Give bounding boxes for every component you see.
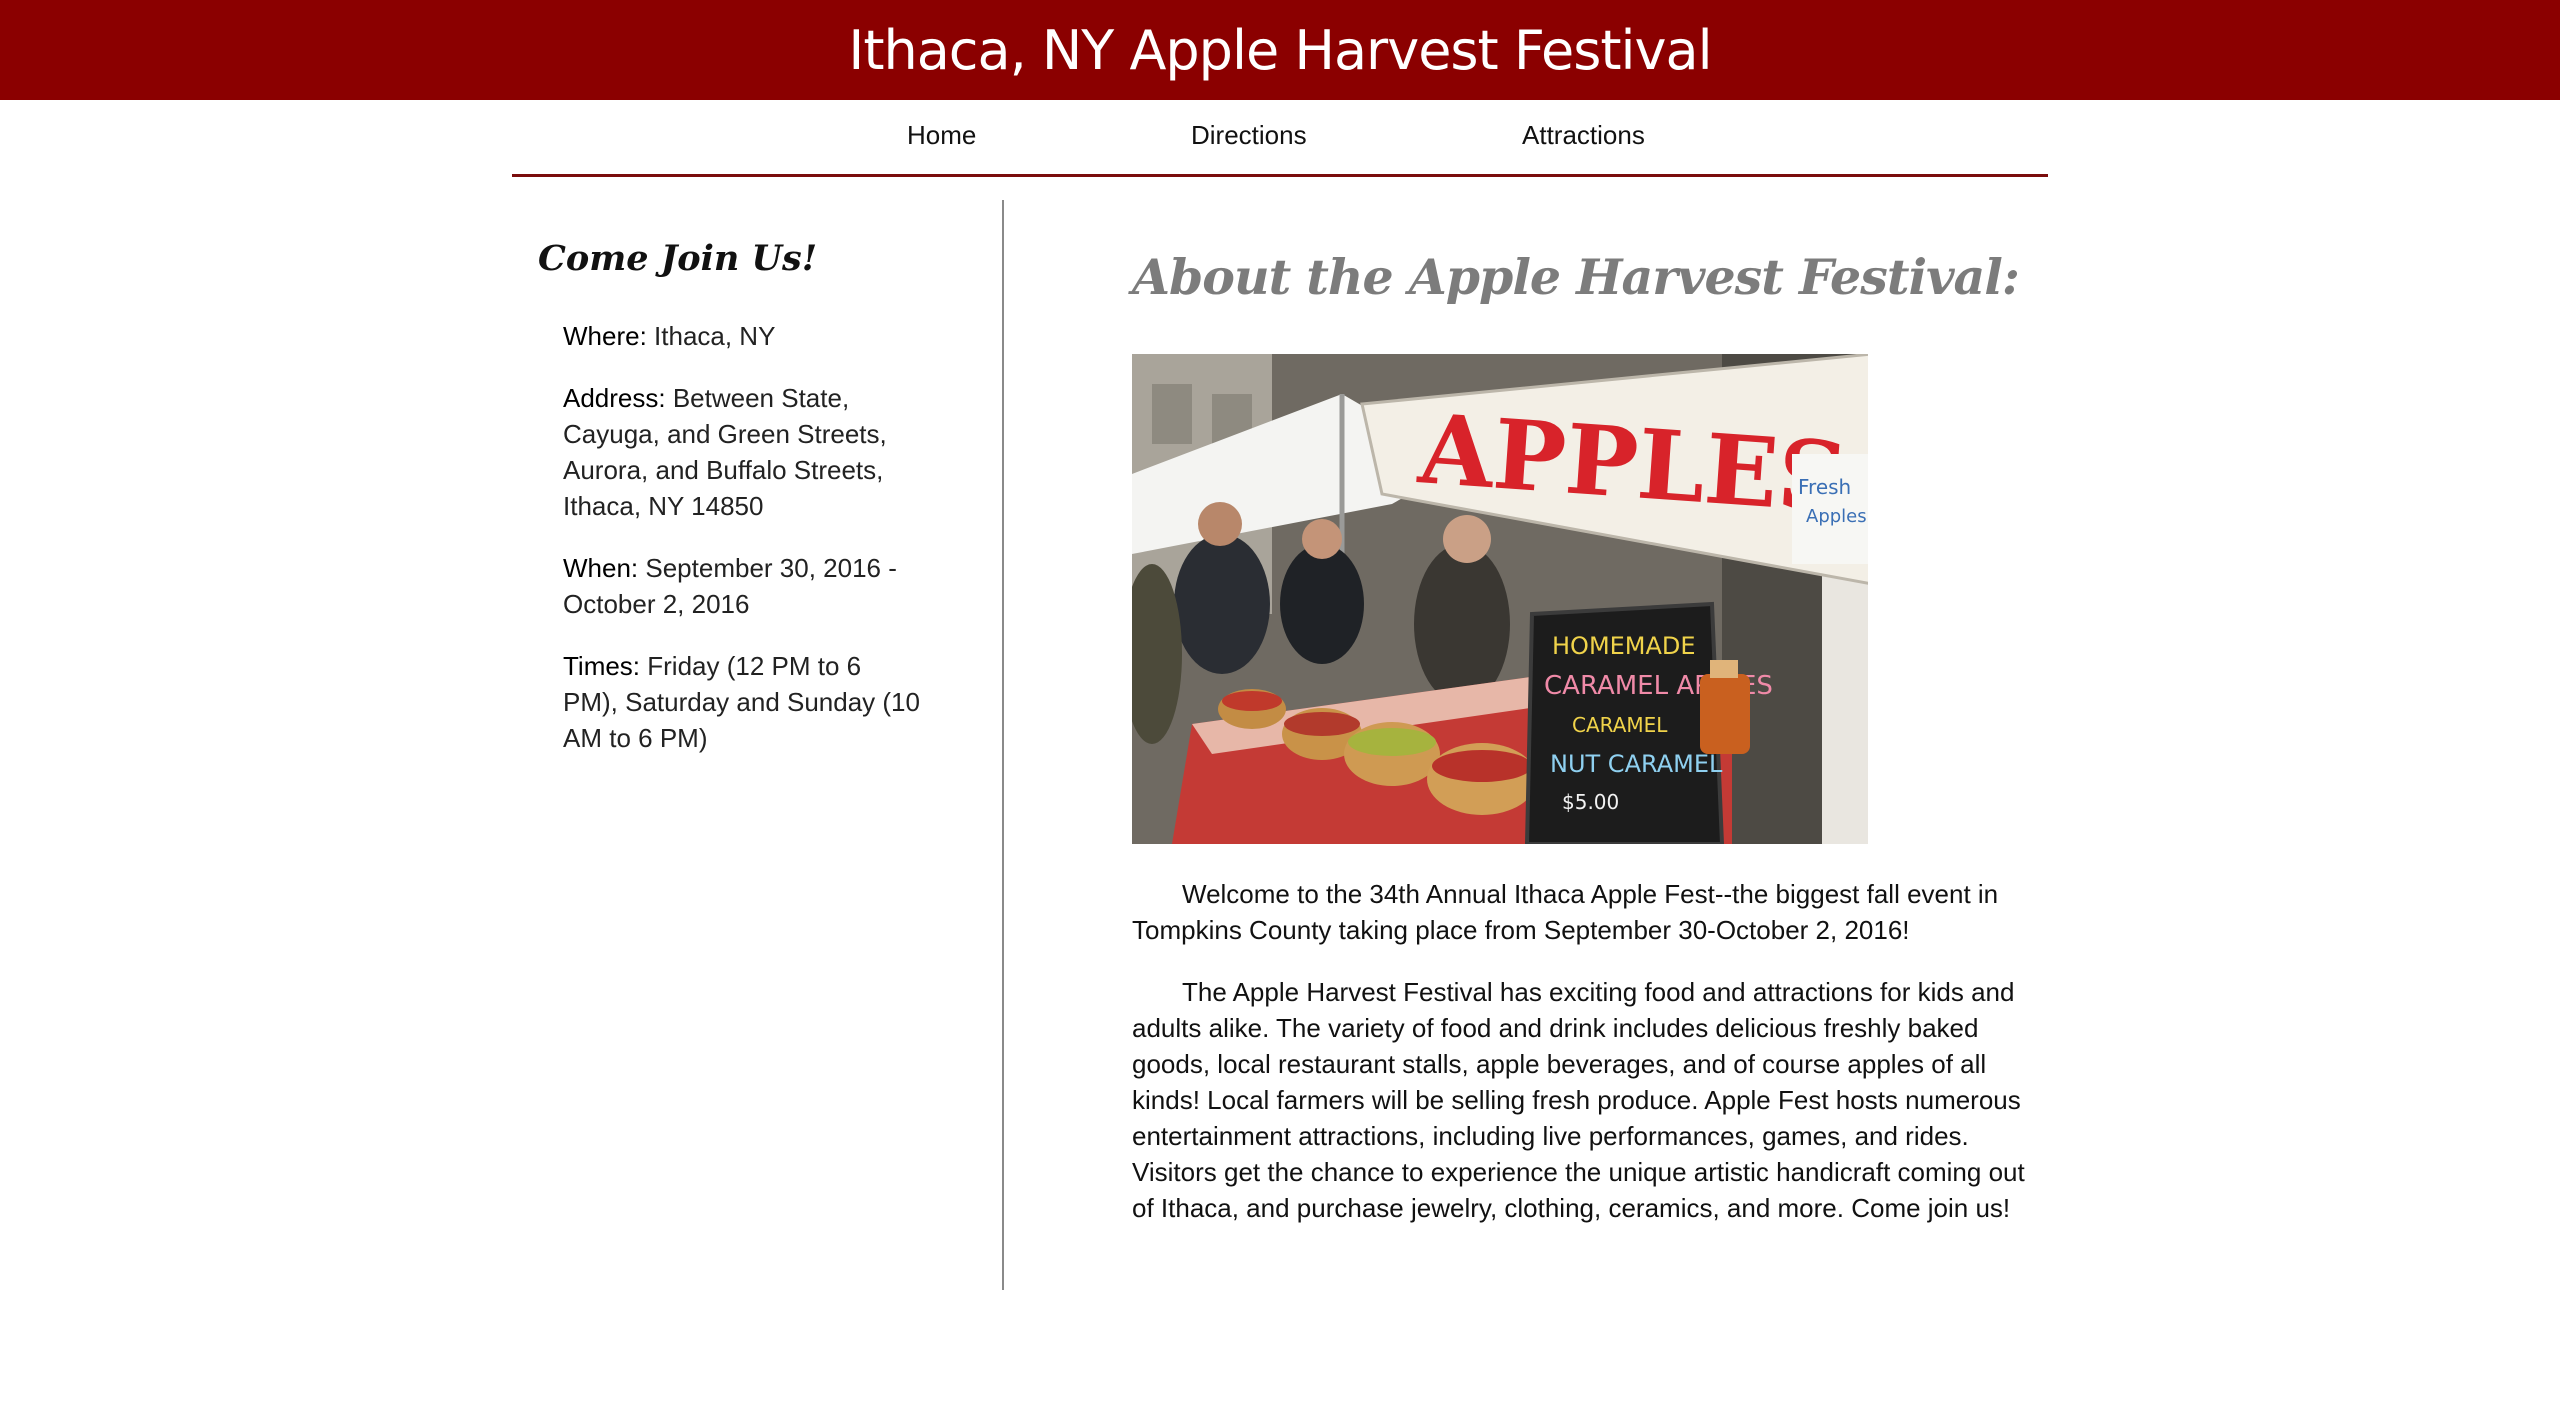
info-where: Where: Ithaca, NY <box>563 318 923 354</box>
main-nav: Home Directions Attractions <box>512 100 2048 177</box>
info-when: When: September 30, 2016 - October 2, 20… <box>563 550 923 622</box>
details-paragraph: The Apple Harvest Festival has exciting … <box>1132 977 2025 1223</box>
svg-text:$5.00: $5.00 <box>1562 790 1619 814</box>
festival-photo: APPLES Fresh Apples HOMEMADE CARAMEL APP… <box>1132 354 1868 844</box>
info-label: Times: <box>563 651 641 681</box>
svg-text:NUT CARAMEL: NUT CARAMEL <box>1550 750 1723 778</box>
svg-text:Fresh: Fresh <box>1798 475 1851 499</box>
intro-text: Welcome to the 34th Annual Ithaca Apple … <box>1132 876 2032 1252</box>
sidebar: Come Join Us! Where: Ithaca, NY Address:… <box>512 200 1004 1290</box>
event-info-list: Where: Ithaca, NY Address: Between State… <box>563 318 923 782</box>
svg-text:CARAMEL: CARAMEL <box>1572 713 1668 737</box>
intro-paragraph: Welcome to the 34th Annual Ithaca Apple … <box>1132 879 1999 945</box>
main-heading: About the Apple Harvest Festival: <box>1132 248 2020 306</box>
nav-link-attractions[interactable]: Attractions <box>1522 120 1645 151</box>
info-value: Ithaca, NY <box>646 321 776 351</box>
info-label: When: <box>563 553 639 583</box>
site-header: Ithaca, NY Apple Harvest Festival <box>0 0 2560 100</box>
sidebar-heading: Come Join Us! <box>538 238 818 279</box>
site-title: Ithaca, NY Apple Harvest Festival <box>848 18 1712 82</box>
nav-link-directions[interactable]: Directions <box>1191 120 1307 151</box>
info-address: Address: Between State, Cayuga, and Gree… <box>563 380 923 524</box>
svg-text:HOMEMADE: HOMEMADE <box>1552 632 1696 660</box>
info-times: Times: Friday (12 PM to 6 PM), Saturday … <box>563 648 923 756</box>
info-label: Where: <box>563 321 647 351</box>
nav-link-home[interactable]: Home <box>907 120 976 151</box>
info-label: Address: <box>563 383 666 413</box>
svg-text:Apples: Apples <box>1806 506 1867 527</box>
